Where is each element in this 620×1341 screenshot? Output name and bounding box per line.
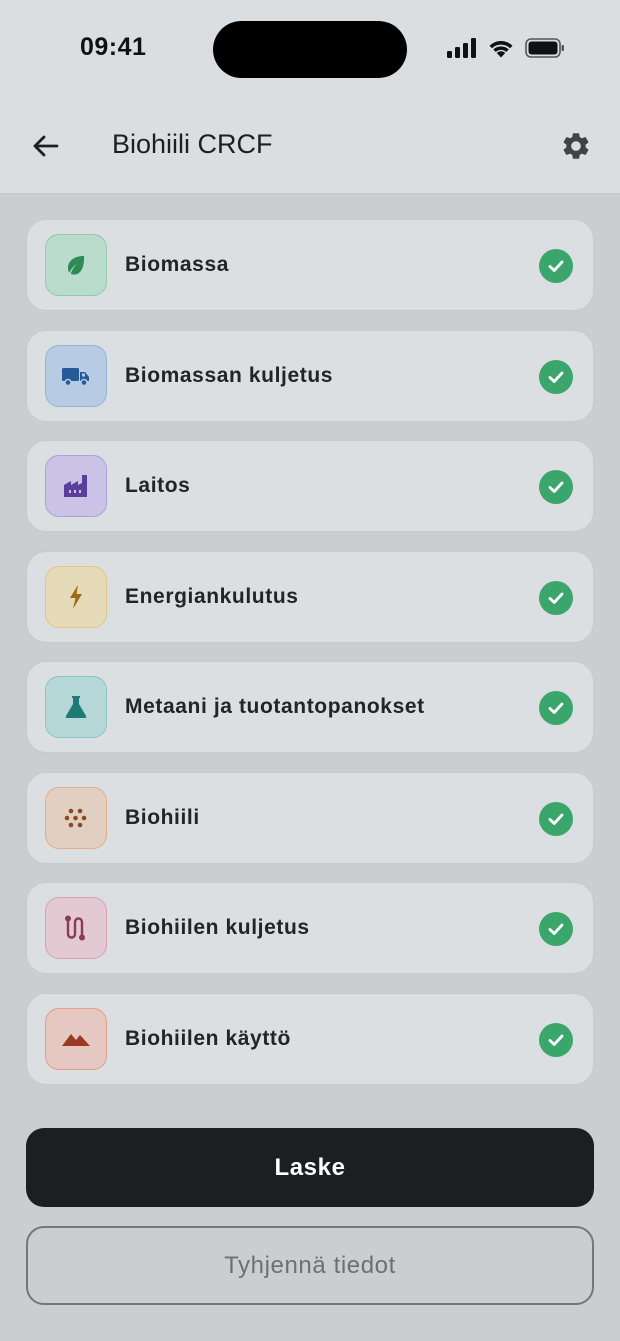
section-label: Metaani ja tuotantopanokset	[125, 695, 425, 718]
signal-icon	[447, 38, 476, 58]
section-icon-box	[45, 455, 107, 517]
section-label: Biomassa	[125, 253, 230, 276]
back-button[interactable]	[24, 125, 66, 167]
gear-icon	[563, 133, 589, 159]
clear-data-button[interactable]: Tyhjennä tiedot	[26, 1226, 594, 1305]
check-circle-icon	[539, 580, 573, 615]
check-circle-icon	[539, 359, 573, 394]
status-bar: 09:41	[0, 0, 620, 98]
section-item-biohiili[interactable]: Biohiili	[26, 771, 594, 864]
section-item-metaani[interactable]: Metaani ja tuotantopanokset	[26, 661, 594, 753]
section-label: Biohiilen käyttö	[125, 1026, 291, 1050]
leaf-icon	[68, 256, 85, 275]
section-label: Biohiili	[125, 805, 200, 829]
app-bar: Biohiili CRCF	[0, 98, 620, 194]
section-list: Biomassa Biomassan kuljetus Laitos Energ…	[26, 219, 594, 1103]
page-title: Biohiili CRCF	[112, 129, 273, 159]
check-circle-icon	[539, 912, 573, 946]
mountains-icon	[62, 1033, 90, 1046]
check-circle-icon	[539, 801, 573, 836]
battery-icon	[525, 38, 564, 58]
factory-icon	[64, 475, 87, 497]
section-item-biohiilen-kuljetus[interactable]: Biohiilen kuljetus	[26, 882, 594, 974]
grain-dots-icon	[64, 808, 87, 827]
route-icon	[65, 915, 85, 941]
status-icons	[447, 38, 565, 58]
dynamic-island	[213, 21, 407, 78]
calculate-button[interactable]: Laske	[26, 1128, 594, 1207]
section-label: Biohiilen kuljetus	[125, 916, 310, 939]
section-icon-box	[45, 565, 107, 628]
check-circle-icon	[539, 1022, 573, 1057]
section-label: Laitos	[125, 474, 191, 497]
section-label: Energiankulutus	[125, 584, 299, 608]
section-icon-box	[45, 897, 107, 959]
check-circle-icon	[539, 470, 573, 504]
arrow-left-icon	[33, 135, 59, 157]
section-item-biomassan-kuljetus[interactable]: Biomassan kuljetus	[26, 329, 594, 422]
section-icon-box	[45, 344, 107, 407]
section-icon-box	[45, 786, 107, 849]
settings-button[interactable]	[554, 124, 598, 168]
section-item-laitos[interactable]: Laitos	[26, 440, 594, 532]
section-item-biohiilen-kaytto[interactable]: Biohiilen käyttö	[26, 992, 594, 1085]
lightning-icon	[70, 584, 82, 609]
section-icon-box	[45, 234, 107, 296]
truck-icon	[62, 367, 89, 386]
status-time: 09:41	[80, 33, 147, 61]
flask-icon	[65, 696, 87, 718]
section-item-biomassa[interactable]: Biomassa	[26, 219, 594, 311]
section-item-energiankulutus[interactable]: Energiankulutus	[26, 550, 594, 643]
section-icon-box	[45, 1007, 107, 1070]
check-circle-icon	[539, 249, 573, 283]
section-icon-box	[45, 676, 107, 738]
check-circle-icon	[539, 691, 573, 725]
section-label: Biomassan kuljetus	[125, 363, 334, 387]
wifi-icon	[489, 41, 513, 58]
